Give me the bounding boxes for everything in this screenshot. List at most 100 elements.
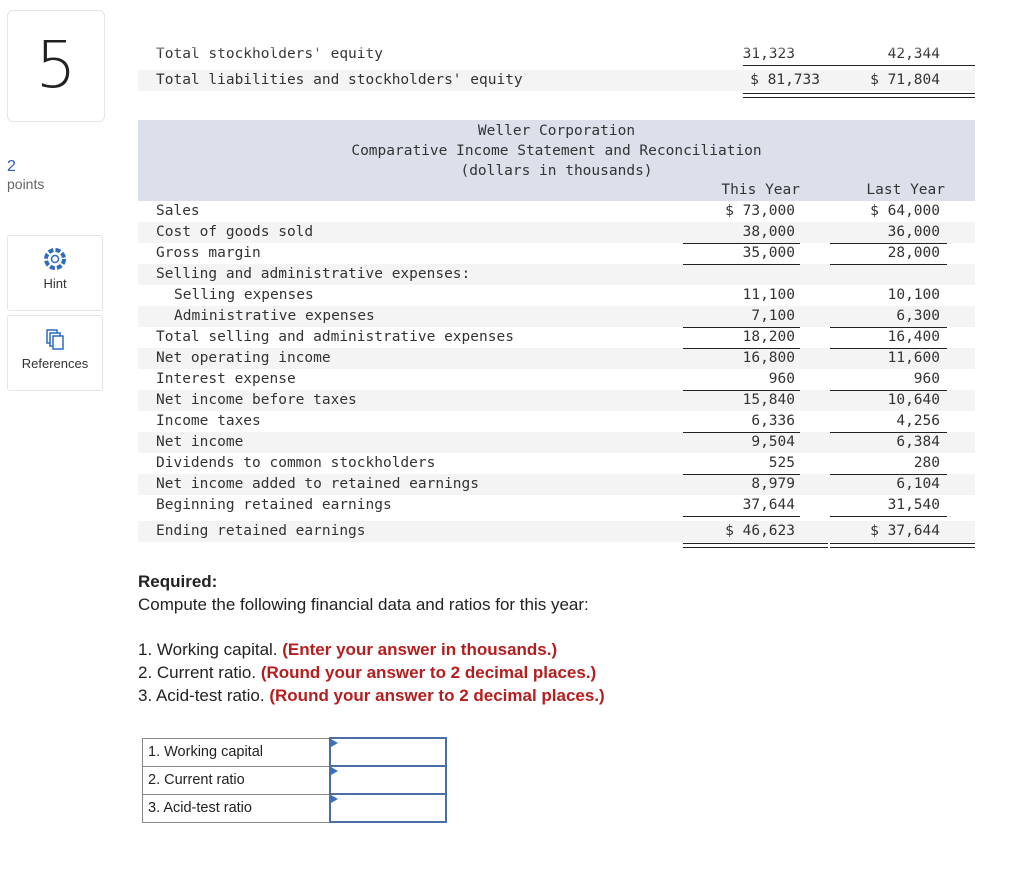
- scroll-clip: [120, 33, 1020, 52]
- last-year-value: 280: [913, 455, 940, 471]
- row-label: Selling expenses: [174, 287, 314, 303]
- this-year-value: 16,800: [742, 350, 795, 366]
- last-year-value: 28,000: [887, 245, 940, 261]
- row-label: Beginning retained earnings: [156, 497, 392, 513]
- hint-label: Hint: [43, 276, 67, 291]
- underline: [683, 348, 800, 349]
- table-row: Total selling and administrative expense…: [138, 327, 975, 348]
- table-row: Ending retained earnings $ 46,623 $ 37,644: [138, 521, 975, 542]
- this-year-value: 37,644: [742, 497, 795, 513]
- underline: [743, 65, 975, 66]
- row-label: Administrative expenses: [174, 308, 375, 324]
- last-year-value: $ 64,000: [870, 203, 940, 219]
- required-heading: Required:: [138, 572, 218, 591]
- table-row: Net income added to retained earnings 8,9…: [138, 474, 975, 495]
- table-row: Selling and administrative expenses:: [138, 264, 975, 285]
- underline: [683, 516, 800, 517]
- this-year-value: 960: [768, 371, 795, 387]
- last-year-value: 4,256: [896, 413, 940, 429]
- double-underline: [830, 543, 975, 548]
- underline: [683, 432, 800, 433]
- row-label: Net operating income: [156, 350, 331, 366]
- row-label: Sales: [156, 203, 200, 219]
- current-ratio-input[interactable]: [331, 767, 449, 793]
- answer-label: 2. Current ratio: [142, 765, 331, 795]
- this-year-value: 7,100: [751, 308, 795, 324]
- row-label: Net income: [156, 434, 244, 450]
- last-year-value: $ 37,644: [870, 523, 940, 539]
- last-year-value: 10,100: [887, 287, 940, 303]
- col-last-year: Last Year: [866, 182, 945, 198]
- underline: [830, 390, 947, 391]
- underline: [830, 264, 947, 265]
- this-year-value: 9,504: [751, 434, 795, 450]
- points-value: 2: [7, 158, 16, 175]
- table-row: Beginning retained earnings 37,644 31,540: [138, 495, 975, 516]
- this-year-value: 15,840: [742, 392, 795, 408]
- last-year-value: 31,540: [887, 497, 940, 513]
- required-item-3: 3. Acid-test ratio. (Round your answer t…: [138, 686, 605, 705]
- answer-row-current-ratio: 2. Current ratio: [142, 765, 449, 795]
- required-item-1: 1. Working capital. (Enter your answer i…: [138, 640, 558, 659]
- row-label: Gross margin: [156, 245, 261, 261]
- this-year-value: $ 81,733: [750, 72, 820, 88]
- row-label: Total selling and administrative expense…: [156, 329, 514, 345]
- table-row: Net operating income 16,800 11,600: [138, 348, 975, 369]
- this-year-value: 525: [768, 455, 795, 471]
- this-year-value: 35,000: [742, 245, 795, 261]
- underline: [830, 432, 947, 433]
- required-item-2: 2. Current ratio. (Round your answer to …: [138, 663, 597, 682]
- points-label: points: [7, 176, 45, 192]
- answer-row-working-capital: 1. Working capital: [142, 737, 449, 767]
- row-label: Selling and administrative expenses:: [156, 266, 471, 282]
- answer-table: 1. Working capital 2. Current ratio 3. A…: [142, 737, 449, 823]
- last-year-value: 6,384: [896, 434, 940, 450]
- table-row: Interest expense 960 960: [138, 369, 975, 390]
- table-row: Selling expenses 11,100 10,100: [138, 285, 975, 306]
- working-capital-input[interactable]: [331, 739, 449, 765]
- last-year-value: 16,400: [887, 329, 940, 345]
- last-year-value: 36,000: [887, 224, 940, 240]
- references-label: References: [21, 356, 89, 371]
- table-row: Dividends to common stockholders 525 280: [138, 453, 975, 474]
- underline: [830, 516, 947, 517]
- table-row: Administrative expenses 7,100 6,300: [138, 306, 975, 327]
- answer-row-acid-test-ratio: 3. Acid-test ratio: [142, 793, 449, 823]
- table-row: Gross margin 35,000 28,000: [138, 243, 975, 264]
- row-label: Interest expense: [156, 371, 296, 387]
- required-section: Required: Compute the following financia…: [138, 570, 605, 707]
- statement-title: Comparative Income Statement and Reconci…: [351, 143, 762, 159]
- row-label: Cost of goods sold: [156, 224, 314, 240]
- statement-units: (dollars in thousands): [460, 163, 653, 179]
- this-year-value: $ 73,000: [725, 203, 795, 219]
- answer-label: 3. Acid-test ratio: [142, 793, 331, 823]
- underline: [830, 243, 947, 244]
- row-label: Net income before taxes: [156, 392, 357, 408]
- last-year-value: 960: [913, 371, 940, 387]
- underline: [683, 264, 800, 265]
- this-year-value: 18,200: [742, 329, 795, 345]
- double-underline: [683, 543, 828, 548]
- this-year-value: 11,100: [742, 287, 795, 303]
- table-row: Net income before taxes 15,840 10,640: [138, 390, 975, 411]
- underline: [830, 474, 947, 475]
- acid-test-ratio-input[interactable]: [331, 795, 449, 821]
- balance-row-total-liabilities-equity: Total liabilities and stockholders' equi…: [138, 70, 975, 91]
- documents-icon: [46, 329, 64, 350]
- table-row: Net income 9,504 6,384: [138, 432, 975, 453]
- table-row: Cost of goods sold 38,000 36,000: [138, 222, 975, 243]
- underline: [830, 348, 947, 349]
- references-button[interactable]: References: [7, 315, 103, 391]
- this-year-value: 8,979: [751, 476, 795, 492]
- required-intro: Compute the following financial data and…: [138, 595, 589, 614]
- underline: [683, 474, 800, 475]
- hint-button[interactable]: Hint: [7, 235, 103, 311]
- last-year-value: 6,300: [896, 308, 940, 324]
- last-year-value: 11,600: [887, 350, 940, 366]
- this-year-value: 6,336: [751, 413, 795, 429]
- this-year-value: 38,000: [742, 224, 795, 240]
- row-label: Income taxes: [156, 413, 261, 429]
- table-row: Income taxes 6,336 4,256: [138, 411, 975, 432]
- row-label: Ending retained earnings: [156, 523, 366, 539]
- this-year-value: $ 46,623: [725, 523, 795, 539]
